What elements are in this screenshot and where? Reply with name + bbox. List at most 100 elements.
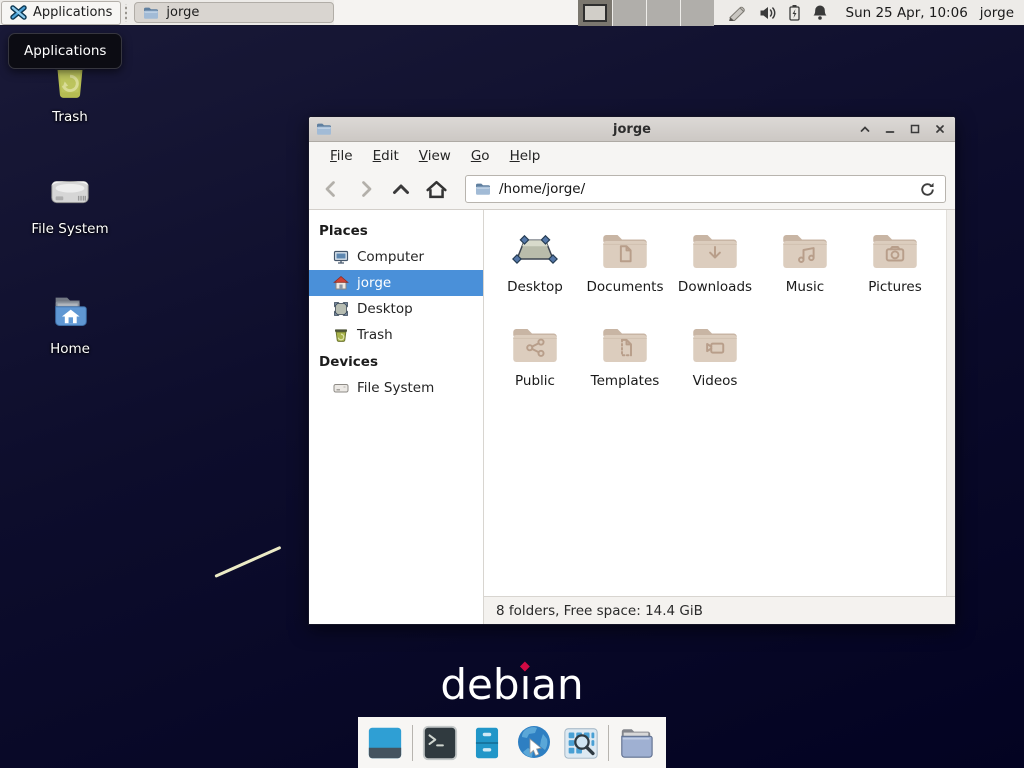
toolbar: /home/jorge/ [309, 169, 955, 210]
path-folder-icon [475, 181, 491, 197]
file-videos[interactable]: Videos [670, 316, 760, 404]
titlebar[interactable]: jorge [309, 117, 955, 142]
file-desktop[interactable]: Desktop [490, 222, 580, 310]
file-templates[interactable]: Templates [580, 316, 670, 404]
workspace-2[interactable] [612, 0, 646, 26]
camera-folder-icon [850, 222, 940, 272]
file-public[interactable]: Public [490, 316, 580, 404]
file-label: Pictures [850, 279, 940, 295]
shade-button[interactable] [857, 121, 873, 137]
sidebar-item-label: File System [357, 380, 434, 396]
applications-tooltip: Applications [8, 33, 122, 69]
desktop-icon-label: File System [14, 221, 126, 237]
template-folder-icon [580, 316, 670, 366]
desktop-doodle-line [214, 546, 281, 578]
path-entry[interactable]: /home/jorge/ [465, 175, 946, 203]
sidebar-item-label: jorge [357, 275, 391, 291]
share-folder-icon [490, 316, 580, 366]
show-desktop-launcher[interactable] [365, 723, 405, 763]
pen-tray-icon[interactable] [728, 4, 748, 21]
terminal-launcher[interactable] [420, 723, 460, 763]
up-button[interactable] [388, 176, 414, 202]
file-label: Desktop [490, 279, 580, 295]
reload-button[interactable] [919, 181, 936, 198]
folder-icon [143, 5, 159, 21]
maximize-button[interactable] [907, 121, 923, 137]
workspace-pager[interactable] [578, 0, 714, 26]
computer-icon [333, 249, 349, 265]
file-manager-window: jorge FileEditViewGoHelp /home/jorge/ Pl… [308, 116, 956, 625]
taskbar-window-button[interactable]: jorge [134, 2, 334, 23]
sidebar-item-jorge[interactable]: jorge [309, 270, 483, 296]
menu-edit[interactable]: Edit [363, 144, 409, 168]
sidebar-header-places: Places [309, 217, 483, 244]
app-finder-launcher[interactable] [561, 723, 601, 763]
scrollbar[interactable] [946, 210, 955, 596]
panel-spacer [334, 0, 577, 25]
debian-logo-i: ı [520, 662, 532, 708]
document-folder-icon [580, 222, 670, 272]
drive48-icon [14, 170, 126, 216]
back-button[interactable] [318, 176, 344, 202]
sidebar-item-computer[interactable]: Computer [309, 244, 483, 270]
menu-view[interactable]: View [409, 144, 461, 168]
sidebar-item-trash[interactable]: Trash [309, 322, 483, 348]
panel-clock[interactable]: Sun 25 Apr, 10:06 [838, 5, 976, 21]
volume-tray-icon[interactable] [759, 5, 777, 21]
minimize-button[interactable] [882, 121, 898, 137]
web-browser-launcher[interactable] [514, 723, 554, 763]
workspace-1[interactable] [578, 0, 612, 26]
menu-file[interactable]: File [320, 144, 363, 168]
desktop-folder-icon [490, 222, 580, 272]
bell-tray-icon[interactable] [812, 4, 828, 21]
file-downloads[interactable]: Downloads [670, 222, 760, 310]
sidebar-item-file-system[interactable]: File System [309, 375, 483, 401]
file-label: Public [490, 373, 580, 389]
desktop-icon-file-system[interactable]: File System [14, 170, 126, 237]
home-button[interactable] [423, 176, 449, 202]
battery-tray-icon[interactable] [788, 4, 801, 21]
file-label: Music [760, 279, 850, 295]
desktop-icon [333, 301, 349, 317]
home-icon [333, 275, 349, 291]
taskbar-window-label: jorge [166, 5, 199, 20]
menu-go[interactable]: Go [461, 144, 500, 168]
menu-help[interactable]: Help [500, 144, 551, 168]
sidebar-item-desktop[interactable]: Desktop [309, 296, 483, 322]
file-music[interactable]: Music [760, 222, 850, 310]
close-button[interactable] [932, 121, 948, 137]
video-folder-icon [670, 316, 760, 366]
top-panel: Applications jorge Sun 25 Apr, 10:06 jor… [0, 0, 1024, 26]
sidebar: Places Computer jorge Desktop TrashDevices Fi… [309, 210, 484, 624]
workspace-4[interactable] [680, 0, 714, 26]
desktop-icon-home[interactable]: Home [14, 290, 126, 357]
debian-red-diamond [520, 662, 530, 672]
trash-icon [333, 327, 349, 343]
panel-handle[interactable] [122, 4, 129, 22]
file-documents[interactable]: Documents [580, 222, 670, 310]
file-label: Videos [670, 373, 760, 389]
dock-separator [608, 725, 609, 761]
workspace-window-preview [583, 4, 607, 22]
forward-button[interactable] [353, 176, 379, 202]
file-label: Documents [580, 279, 670, 295]
panel-user-label[interactable]: jorge [976, 5, 1024, 21]
path-text: /home/jorge/ [499, 181, 585, 197]
music-folder-icon [760, 222, 850, 272]
debian-wallpaper-logo: debıan [440, 662, 583, 708]
file-pictures[interactable]: Pictures [850, 222, 940, 310]
xfce-logo-icon [10, 4, 27, 21]
sidebar-item-label: Desktop [357, 301, 413, 317]
file-label: Downloads [670, 279, 760, 295]
applications-menu-button[interactable]: Applications [1, 1, 121, 25]
desktop-icon-label: Trash [14, 109, 126, 125]
folder-gray-launcher[interactable] [616, 723, 656, 763]
dock-separator [412, 725, 413, 761]
sidebar-item-label: Computer [357, 249, 424, 265]
dock [358, 717, 666, 768]
workspace-3[interactable] [646, 0, 680, 26]
file-cabinet-launcher[interactable] [467, 723, 507, 763]
file-label: Templates [580, 373, 670, 389]
sidebar-header-devices: Devices [309, 348, 483, 375]
statusbar-text: 8 folders, Free space: 14.4 GiB [496, 603, 703, 619]
